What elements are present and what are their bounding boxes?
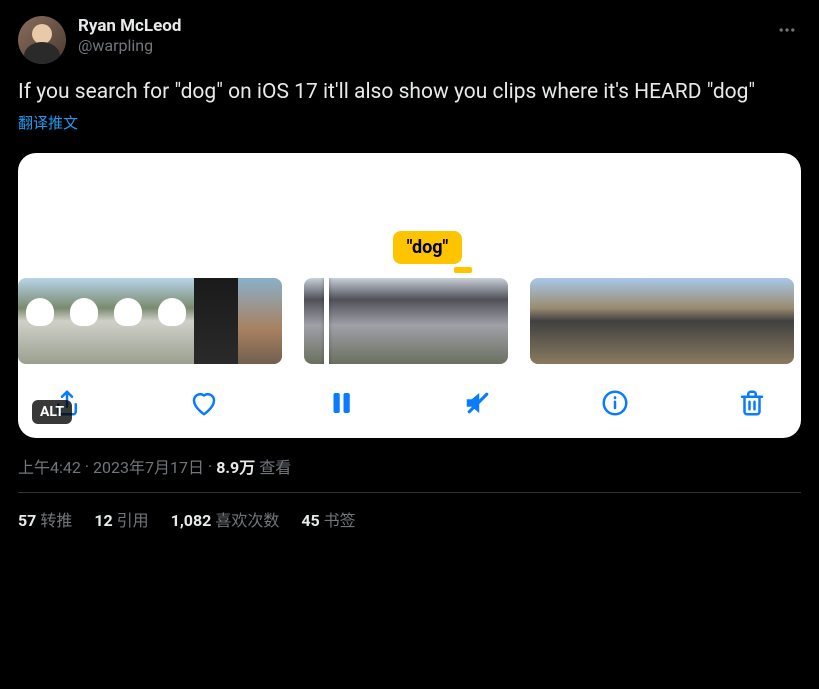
thumbnail — [62, 278, 106, 364]
tweet-text: If you search for "dog" on iOS 17 it'll … — [18, 78, 801, 106]
thumbnail — [238, 278, 282, 364]
dot: · — [85, 457, 89, 476]
thumbnail — [372, 278, 440, 364]
alt-badge[interactable]: ALT — [32, 400, 72, 424]
thumbnail — [18, 278, 62, 364]
translate-link[interactable]: 翻译推文 — [18, 112, 78, 133]
dot: · — [208, 457, 212, 476]
quotes-stat[interactable]: 12 引用 — [94, 507, 148, 531]
tweet-header: Ryan McLeod @warpling — [18, 16, 801, 64]
tweet-container: Ryan McLeod @warpling If you search for … — [0, 0, 819, 547]
clip-group-3[interactable] — [530, 278, 794, 364]
thumbnail — [574, 278, 618, 364]
display-name: Ryan McLeod — [78, 16, 761, 36]
tweet-time[interactable]: 上午4:42 — [18, 454, 81, 478]
caption-label: "dog" — [393, 231, 463, 264]
thumbnail — [106, 278, 150, 364]
clip-group-1[interactable] — [18, 278, 282, 364]
views-label: 查看 — [259, 454, 291, 478]
thumbnail — [662, 278, 706, 364]
user-handle: @warpling — [78, 36, 761, 55]
media-card[interactable]: "dog" — [18, 153, 801, 438]
thumbnail — [750, 278, 794, 364]
thumbnail — [618, 278, 662, 364]
clip-group-2[interactable] — [304, 278, 508, 364]
pause-icon[interactable] — [326, 388, 356, 418]
tweet-date[interactable]: 2023年7月17日 — [93, 454, 204, 478]
playhead-icon[interactable] — [324, 278, 329, 364]
thumbnail — [440, 278, 508, 364]
thumbnail — [304, 278, 372, 364]
video-timeline[interactable] — [18, 278, 801, 364]
trash-icon[interactable] — [737, 388, 767, 418]
user-name-block[interactable]: Ryan McLeod @warpling — [78, 16, 761, 56]
retweets-stat[interactable]: 57 转推 — [18, 507, 72, 531]
caption-marker-icon — [454, 267, 472, 273]
more-options-icon[interactable] — [773, 16, 801, 48]
heart-icon[interactable] — [189, 388, 219, 418]
media-toolbar — [18, 364, 801, 424]
mute-icon[interactable] — [463, 388, 493, 418]
meta-row: 上午4:42 · 2023年7月17日 · 8.9万 查看 — [18, 454, 801, 478]
likes-stat[interactable]: 1,082 喜欢次数 — [171, 507, 280, 531]
thumbnail — [194, 278, 238, 364]
thumbnail — [150, 278, 194, 364]
avatar[interactable] — [18, 16, 66, 64]
info-icon[interactable] — [600, 388, 630, 418]
thumbnail — [706, 278, 750, 364]
caption-wrap: "dog" — [18, 231, 801, 264]
views-count[interactable]: 8.9万 — [216, 454, 255, 478]
bookmarks-stat[interactable]: 45 书签 — [301, 507, 355, 531]
divider — [18, 492, 801, 493]
stats-row: 57 转推 12 引用 1,082 喜欢次数 45 书签 — [18, 507, 801, 531]
thumbnail — [530, 278, 574, 364]
